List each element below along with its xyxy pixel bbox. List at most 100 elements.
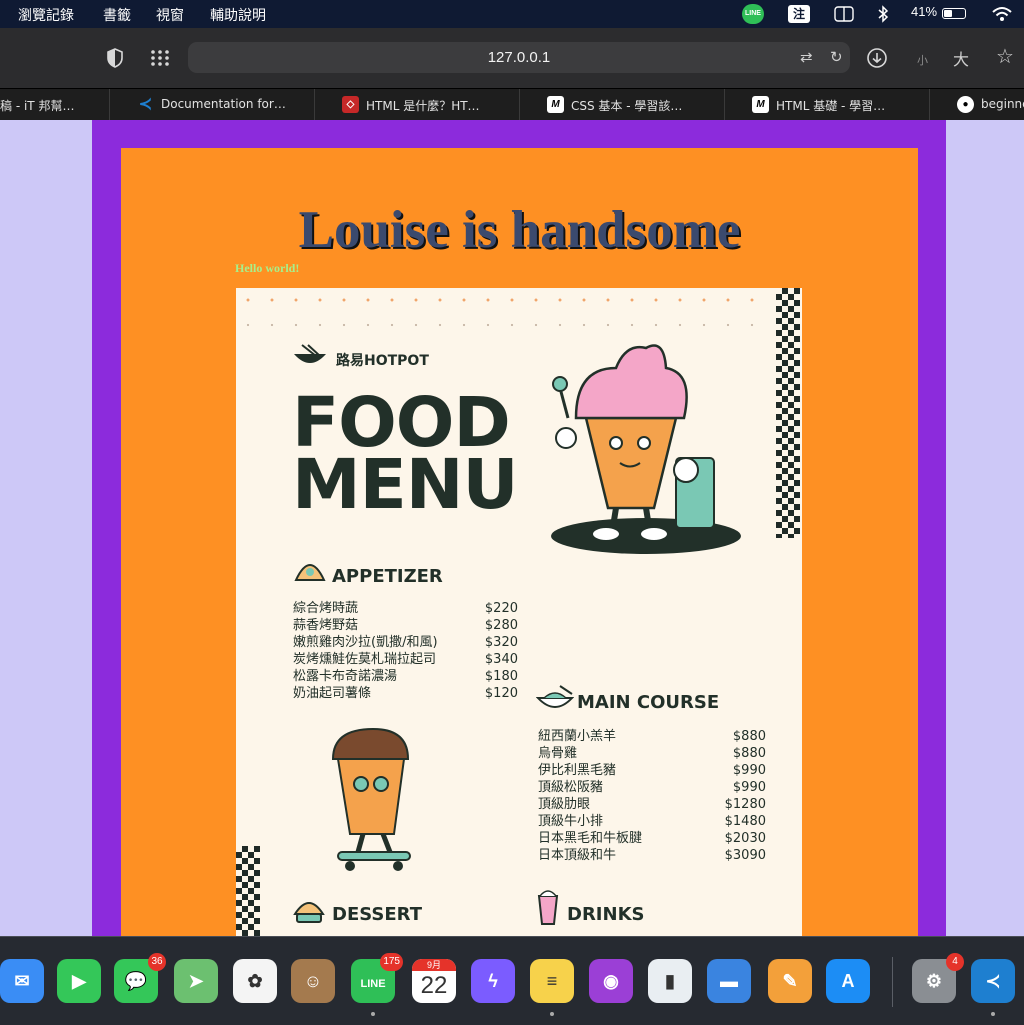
drinks-title: DRINKS bbox=[567, 904, 645, 925]
running-indicator bbox=[550, 1012, 554, 1016]
tab-bar: 稿 - iT 邦幫… ≺ Documentation for… ◇ HTML 是… bbox=[0, 88, 1024, 120]
bookmark-star-icon[interactable]: ☆ bbox=[996, 44, 1014, 69]
item-price: $120 bbox=[484, 686, 518, 701]
hello-text: Hello world! bbox=[235, 261, 300, 275]
tab-documentation[interactable]: ≺ Documentation for… bbox=[110, 89, 315, 120]
app-glyph: ϟ bbox=[488, 971, 498, 991]
battery-icon[interactable] bbox=[942, 8, 966, 19]
zoom-in-button[interactable]: 大 bbox=[953, 46, 969, 70]
privacy-shield-icon[interactable] bbox=[106, 48, 124, 68]
tab-html-basics[interactable]: M HTML 基礎 - 學習… bbox=[725, 89, 930, 120]
menu-item: 頂級松阪豬 $990 bbox=[538, 779, 766, 796]
menu-item: 紐西蘭小羔羊 $880 bbox=[538, 728, 766, 745]
item-name: 頂級牛小排 bbox=[538, 814, 604, 829]
zoom-out-button[interactable]: 小 bbox=[917, 52, 928, 68]
tab-overview-grid-icon[interactable] bbox=[150, 49, 170, 67]
menu-item: 日本黑毛和牛板腱 $2030 bbox=[538, 830, 766, 847]
menu-help[interactable]: 輔助說明 bbox=[210, 5, 266, 25]
battery-percent: 41% bbox=[911, 4, 938, 19]
tab-title: HTML 基礎 - 學習… bbox=[776, 99, 886, 113]
mdn-icon: M bbox=[547, 96, 564, 113]
translate-icon[interactable]: ⇄ bbox=[800, 48, 813, 66]
notification-badge: 4 bbox=[946, 953, 964, 971]
item-price: $990 bbox=[732, 763, 766, 778]
tab-ithome[interactable]: 稿 - iT 邦幫… bbox=[0, 89, 110, 120]
url-text[interactable]: 127.0.0.1 bbox=[188, 49, 850, 66]
tab-title: beginne bbox=[981, 97, 1024, 111]
dessert-title: DESSERT bbox=[332, 904, 422, 925]
food-menu-image: 路易HOTPOT FOOD MENU APPETIZER 綜合烤時蔬 $220 … bbox=[236, 288, 802, 936]
item-name: 綜合烤時蔬 bbox=[293, 601, 359, 616]
item-price: $280 bbox=[484, 618, 518, 633]
wifi-icon[interactable] bbox=[991, 6, 1013, 22]
app-glyph: ▬ bbox=[720, 971, 738, 991]
hotpot-bowl-icon bbox=[294, 344, 326, 363]
line-app-icon[interactable]: LINE 175 bbox=[351, 953, 403, 1003]
mail-icon[interactable]: ✉ bbox=[0, 959, 44, 1003]
input-method-icon[interactable]: 注 bbox=[788, 5, 810, 23]
item-name: 奶油起司薯條 bbox=[293, 686, 372, 701]
app-glyph: ▮ bbox=[665, 971, 675, 991]
contacts-icon[interactable]: ☺ bbox=[291, 959, 335, 1003]
vscode-icon: ≺ bbox=[138, 96, 153, 113]
appetizer-icon bbox=[294, 564, 326, 581]
skateboard-ice-cream-icon bbox=[331, 727, 411, 871]
line-status-icon[interactable]: LINE bbox=[742, 4, 764, 24]
menu-item: 炭烤燻鮭佐莫札瑞拉起司 $340 bbox=[293, 651, 518, 668]
tab-title: HTML 是什麼？HT… bbox=[366, 99, 480, 113]
appetizer-title: APPETIZER bbox=[332, 566, 443, 587]
menu-item: 頂級肋眼 $1280 bbox=[538, 796, 766, 813]
app-glyph: ◉ bbox=[603, 971, 619, 991]
pages-icon[interactable]: ✎ bbox=[768, 959, 812, 1003]
appetizer-list: 綜合烤時蔬 $220 蒜香烤野菇 $280 嫩煎雞肉沙拉(凱撒/和風) $320 炭烤… bbox=[293, 600, 518, 702]
app-glyph: ⚙ bbox=[925, 971, 943, 991]
battery-fill bbox=[944, 10, 952, 17]
item-name: 頂級肋眼 bbox=[538, 797, 591, 812]
app-glyph: ▶ bbox=[72, 971, 86, 991]
calendar-month: 9月 bbox=[412, 959, 456, 971]
mac-dock: ✉ ▶ 💬 36 ➤ ✿ ☺ LINE 175 9月 22 ϟ ≡ ◉ ▮ ▬ ✎ A ⚙ 4 ≺ bbox=[0, 936, 1024, 1025]
app-glyph: ≡ bbox=[546, 971, 558, 991]
download-icon[interactable] bbox=[866, 47, 888, 69]
ice-cream-mascot-icon bbox=[551, 344, 741, 554]
maps-icon[interactable]: ➤ bbox=[174, 959, 218, 1003]
tab-css-basics[interactable]: M CSS 基本 - 學習該… bbox=[520, 89, 725, 120]
app-glyph: ✎ bbox=[782, 971, 798, 991]
messages-icon[interactable]: 💬 36 bbox=[114, 953, 166, 1003]
tab-title: 稿 - iT 邦幫… bbox=[0, 99, 75, 113]
tab-title: Documentation for… bbox=[161, 97, 286, 111]
split-view-icon[interactable] bbox=[834, 6, 854, 22]
photos-icon[interactable]: ✿ bbox=[233, 959, 277, 1003]
address-bar[interactable]: 127.0.0.1 ⇄ ↻ bbox=[188, 42, 850, 73]
menu-bookmarks[interactable]: 書籤 bbox=[103, 5, 131, 25]
item-price: $180 bbox=[484, 669, 518, 684]
item-price: $220 bbox=[484, 601, 518, 616]
item-price: $990 bbox=[732, 780, 766, 795]
vscode-app-icon[interactable]: ≺ bbox=[971, 959, 1015, 1003]
menu-window[interactable]: 視窗 bbox=[156, 5, 184, 25]
reload-icon[interactable]: ↻ bbox=[830, 48, 843, 66]
app-glyph: ✿ bbox=[247, 971, 263, 991]
bluetooth-icon[interactable] bbox=[877, 5, 889, 23]
numbers-icon[interactable]: ▮ bbox=[648, 959, 692, 1003]
browser-toolbar: 127.0.0.1 ⇄ ↻ 小 大 ☆ bbox=[0, 28, 1024, 88]
messenger-icon[interactable]: ϟ bbox=[471, 959, 515, 1003]
facetime-icon[interactable]: ▶ bbox=[57, 959, 101, 1003]
menu-item: 烏骨雞 $880 bbox=[538, 745, 766, 762]
notification-badge: 175 bbox=[380, 953, 403, 971]
calendar-icon[interactable]: 9月 22 bbox=[412, 959, 456, 1003]
keynote-icon[interactable]: ▬ bbox=[707, 959, 751, 1003]
app-glyph: ✉ bbox=[14, 971, 30, 991]
item-name: 頂級松阪豬 bbox=[538, 780, 604, 795]
notes-icon[interactable]: ≡ bbox=[530, 959, 574, 1003]
item-name: 日本頂級和牛 bbox=[538, 848, 617, 863]
menu-item: 嫩煎雞肉沙拉(凱撒/和風) $320 bbox=[293, 634, 518, 651]
tab-html-what[interactable]: ◇ HTML 是什麼？HT… bbox=[315, 89, 520, 120]
app-store-icon[interactable]: A bbox=[826, 959, 870, 1003]
running-indicator bbox=[991, 1012, 995, 1016]
dessert-icon bbox=[293, 902, 325, 923]
menu-history[interactable]: 瀏覽記錄 bbox=[18, 5, 74, 25]
podcasts-icon[interactable]: ◉ bbox=[589, 959, 633, 1003]
tab-github[interactable]: ● beginne bbox=[930, 89, 1024, 120]
system-preferences-icon[interactable]: ⚙ 4 bbox=[912, 953, 964, 1003]
